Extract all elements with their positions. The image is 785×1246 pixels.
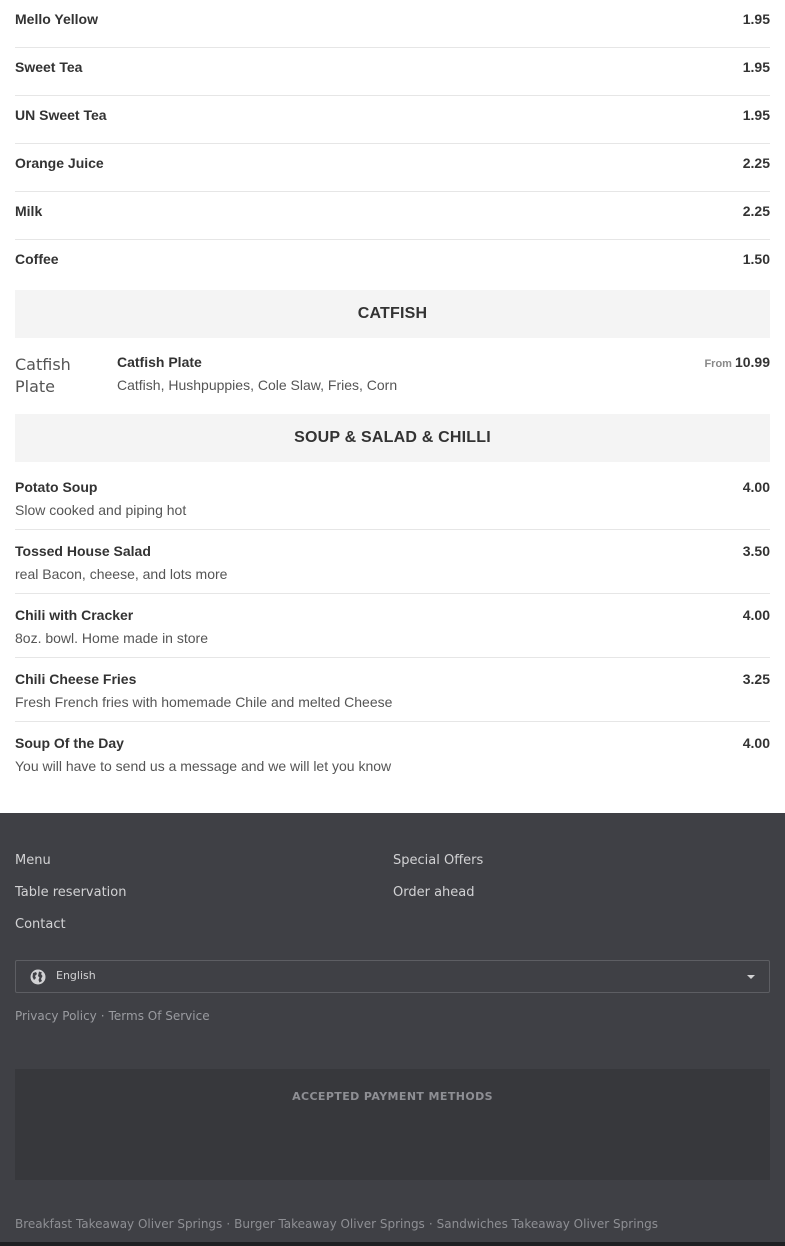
terms-of-service-link[interactable]: Terms Of Service [109,1009,210,1023]
item-name: Catfish Plate [117,354,202,370]
menu-item[interactable]: Coffee 1.50 [15,240,770,288]
item-description: real Bacon, cheese, and lots more [15,566,228,582]
item-name: Mello Yellow [15,11,98,27]
item-price: 2.25 [742,155,770,171]
menu-item[interactable]: Chili Cheese Fries Fresh French fries wi… [15,658,770,722]
bottom-bar [0,1242,785,1246]
separator: · [226,1217,231,1231]
item-name: Potato Soup [15,479,98,495]
payment-methods-box: ACCEPTED PAYMENT METHODS [15,1069,770,1180]
footer-link-contact[interactable]: Contact [15,917,66,932]
language-selected-value: English [56,969,96,982]
drinks-list: Mello Yellow 1.95 Sweet Tea 1.95 UN Swee… [15,0,770,288]
privacy-policy-link[interactable]: Privacy Policy [15,1009,97,1023]
item-description: Slow cooked and piping hot [15,502,187,518]
legal-links: Privacy Policy · Terms Of Service [15,1009,210,1023]
seo-link[interactable]: Breakfast Takeaway Oliver Springs [15,1217,222,1231]
item-price: 3.25 [742,671,770,687]
globe-icon [30,969,46,985]
item-name: Tossed House Salad [15,543,151,559]
item-price: 4.00 [742,735,770,751]
item-price: 4.00 [742,607,770,623]
item-name: Milk [15,203,43,219]
item-name: Coffee [15,251,59,267]
menu-item[interactable]: Orange Juice 2.25 [15,144,770,192]
item-price: 4.00 [742,479,770,495]
separator: · [100,1009,105,1023]
menu-item[interactable]: Mello Yellow 1.95 [15,0,770,48]
item-price: 1.95 [742,11,770,27]
item-name: UN Sweet Tea [15,107,107,123]
item-price: 1.50 [742,251,770,267]
footer-link-menu[interactable]: Menu [15,853,51,868]
item-description: 8oz. bowl. Home made in store [15,630,208,646]
section-header-catfish: CATFISH [15,290,770,338]
seo-link[interactable]: Sandwiches Takeaway Oliver Springs [437,1217,658,1231]
item-name: Sweet Tea [15,59,83,75]
item-price: 1.95 [742,59,770,75]
menu-item-catfish-plate[interactable]: Catfish Plate Catfish Plate Catfish, Hus… [15,338,770,414]
item-description: Fresh French fries with homemade Chile a… [15,694,393,710]
item-name: Chili Cheese Fries [15,671,137,687]
item-description: You will have to send us a message and w… [15,758,392,774]
menu-item[interactable]: Milk 2.25 [15,192,770,240]
item-price: From 10.99 [704,354,770,370]
chevron-down-icon [747,975,755,979]
item-name: Soup Of the Day [15,735,124,751]
seo-links: Breakfast Takeaway Oliver Springs · Burger… [15,1217,658,1231]
language-select[interactable]: English [15,960,770,993]
soup-salad-list: Potato Soup Slow cooked and piping hot 4… [15,466,770,786]
item-price: 1.95 [742,107,770,123]
price-prefix: From [704,358,732,370]
menu-item[interactable]: Chili with Cracker 8oz. bowl. Home made … [15,594,770,658]
menu-item[interactable]: Tossed House Salad real Bacon, cheese, a… [15,530,770,594]
payment-methods-title: ACCEPTED PAYMENT METHODS [292,1090,493,1103]
price-value: 10.99 [734,354,770,370]
footer-link-order-ahead[interactable]: Order ahead [393,885,475,900]
item-price: 3.50 [742,543,770,559]
footer-link-table-reservation[interactable]: Table reservation [15,885,126,900]
item-description: Catfish, Hushpuppies, Cole Slaw, Fries, … [117,377,398,393]
menu-item[interactable]: Soup Of the Day You will have to send us… [15,722,770,786]
item-image: Catfish Plate [15,355,71,396]
item-price: 2.25 [742,203,770,219]
menu-item[interactable]: UN Sweet Tea 1.95 [15,96,770,144]
footer: Menu Table reservation Contact Special O… [0,813,785,1246]
item-name: Chili with Cracker [15,607,134,623]
separator: · [428,1217,433,1231]
menu-item[interactable]: Sweet Tea 1.95 [15,48,770,96]
footer-link-special-offers[interactable]: Special Offers [393,853,483,868]
section-header-soup-salad-chilli: SOUP & SALAD & CHILLI [15,414,770,462]
menu-item[interactable]: Potato Soup Slow cooked and piping hot 4… [15,466,770,530]
seo-link[interactable]: Burger Takeaway Oliver Springs [234,1217,425,1231]
item-name: Orange Juice [15,155,104,171]
